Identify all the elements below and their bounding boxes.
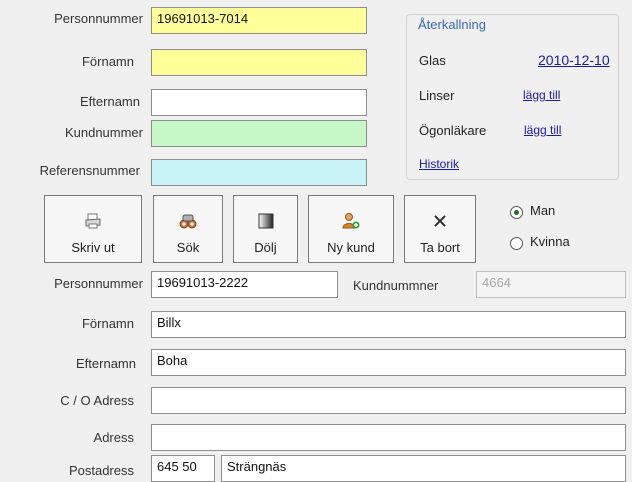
search-button[interactable]: Sök	[153, 195, 223, 263]
adress-field[interactable]	[151, 424, 626, 451]
customer-efternamn-field[interactable]: Boha	[151, 349, 626, 376]
historik-link[interactable]: Historik	[419, 157, 459, 171]
radio-selected-dot	[514, 210, 519, 215]
customer-efternamn-label: Efternamn	[76, 356, 136, 371]
print-button-label: Skriv ut	[71, 240, 115, 255]
fornamn-label: Förnamn	[81, 54, 134, 69]
customer-personnummer-label: Personnummer	[54, 276, 143, 291]
add-user-icon	[340, 210, 362, 232]
new-customer-button[interactable]: Ny kund	[308, 195, 394, 263]
linser-add-link[interactable]: lägg till	[523, 88, 560, 102]
delete-button-label: Ta bort	[420, 240, 460, 255]
printer-icon	[82, 210, 104, 232]
gender-man-radio[interactable]	[510, 206, 523, 219]
personnummer-label: Personnummer	[54, 11, 143, 26]
hide-button[interactable]: Dölj	[233, 195, 298, 263]
search-efternamn-field[interactable]	[151, 89, 367, 116]
gender-kvinna-label: Kvinna	[530, 234, 570, 249]
customer-personnummer-field[interactable]: 19691013-2222	[151, 271, 338, 298]
customer-fornamn-label: Förnamn	[81, 316, 134, 331]
ogonlakare-add-link[interactable]: lägg till	[524, 123, 561, 137]
gender-kvinna-radio[interactable]	[510, 237, 523, 250]
glas-date-link[interactable]: 2010-12-10	[538, 52, 610, 68]
customer-kundnummer-label: Kundnummner	[353, 278, 439, 293]
ort-field[interactable]: Strängnäs	[221, 455, 626, 482]
hide-icon	[255, 210, 277, 232]
glas-label: Glas	[419, 53, 446, 68]
adress-label: Adress	[93, 430, 134, 445]
customer-kundnummer-field: 4664	[476, 271, 626, 298]
search-fornamn-field[interactable]	[151, 49, 367, 76]
efternamn-label: Efternamn	[80, 94, 140, 109]
search-personnummer-field[interactable]: 19691013-7014	[151, 7, 367, 34]
search-referensnummer-field[interactable]	[151, 159, 367, 186]
co-adress-label: C / O Adress	[60, 393, 134, 408]
ogonlakare-label: Ögonläkare	[419, 123, 487, 138]
binoculars-icon	[177, 210, 199, 232]
postnummer-field[interactable]: 645 50	[151, 455, 215, 482]
delete-button[interactable]: Ta bort	[404, 195, 476, 263]
close-icon	[429, 210, 451, 232]
referensnummer-label: Referensnummer	[39, 163, 140, 178]
postadress-label: Postadress	[68, 463, 134, 478]
kundnummer-label: Kundnummer	[64, 125, 143, 140]
hide-button-label: Dölj	[254, 240, 277, 255]
gender-man-label: Man	[530, 203, 556, 218]
customer-fornamn-field[interactable]: Billx	[151, 311, 626, 338]
aterkallning-title: Återkallning	[416, 17, 488, 32]
print-button[interactable]: Skriv ut	[44, 195, 142, 263]
search-kundnummer-field[interactable]	[151, 120, 367, 147]
linser-label: Linser	[419, 88, 455, 103]
search-button-label: Sök	[176, 240, 200, 255]
new-customer-button-label: Ny kund	[327, 240, 375, 255]
co-adress-field[interactable]	[151, 387, 626, 414]
